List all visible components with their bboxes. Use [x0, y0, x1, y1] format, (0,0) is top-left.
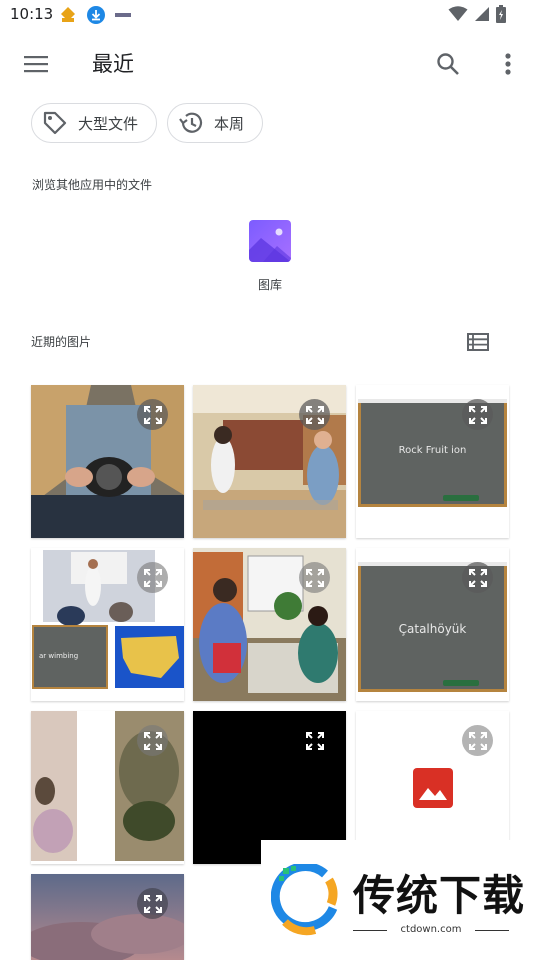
chalkboard-text: Çatalhöyük	[398, 622, 467, 636]
fullscreen-icon	[468, 568, 487, 587]
photo-content	[31, 874, 184, 960]
thumbnail-chalkboard[interactable]: Çatalhöyük	[356, 548, 509, 701]
recent-images-heading: 近期的图片	[31, 335, 92, 349]
more-vert-icon	[505, 53, 511, 75]
gallery-icon	[249, 220, 291, 262]
expand-button[interactable]	[299, 725, 330, 756]
chalkboard-text: ar wimbing	[39, 652, 79, 660]
list-view-icon	[467, 333, 489, 351]
menu-icon	[24, 56, 48, 73]
list-view-toggle[interactable]	[464, 328, 492, 356]
fullscreen-icon	[143, 568, 162, 587]
expand-button[interactable]	[137, 888, 168, 919]
chalkboard-text: Rock Fruit ion	[398, 445, 467, 456]
search-button[interactable]	[430, 46, 466, 82]
fullscreen-icon	[143, 731, 162, 750]
history-icon	[179, 112, 203, 133]
expand-button[interactable]	[299, 562, 330, 593]
search-icon	[437, 53, 459, 75]
expand-button[interactable]	[137, 725, 168, 756]
chalk-tray	[443, 680, 479, 686]
expand-button[interactable]	[462, 725, 493, 756]
fullscreen-icon	[305, 568, 324, 587]
watermark-text: 传统下载	[353, 871, 526, 920]
status-time: 10:13	[10, 5, 54, 23]
signal-icon	[475, 7, 489, 21]
thumbnail-library-photo[interactable]	[193, 385, 346, 538]
fullscreen-icon	[468, 731, 487, 750]
top-app-bar: 最近	[0, 32, 540, 94]
browse-other-apps-heading: 浏览其他应用中的文件	[32, 178, 153, 192]
chip-label: 本周	[214, 114, 245, 133]
notification-icon	[115, 13, 131, 17]
thumbnail-split-photo[interactable]	[31, 711, 184, 864]
more-options-button[interactable]	[490, 46, 526, 82]
thumbnail-classroom-map[interactable]: ar wimbing	[31, 548, 184, 701]
expand-button[interactable]	[462, 399, 493, 430]
fullscreen-icon	[305, 731, 324, 750]
chip-this-week[interactable]: 本周	[167, 103, 263, 143]
chip-label: 大型文件	[78, 114, 139, 133]
fullscreen-icon	[305, 405, 324, 424]
battery-icon	[496, 5, 506, 23]
expand-button[interactable]	[299, 399, 330, 430]
app-gallery[interactable]: 图库	[244, 220, 296, 293]
thumbnail-sky-photo[interactable]	[31, 874, 184, 960]
expand-button[interactable]	[137, 562, 168, 593]
app-notification-icon	[61, 7, 75, 22]
download-icon	[87, 6, 105, 24]
status-bar: 10:13	[0, 0, 540, 32]
expand-button[interactable]	[137, 399, 168, 430]
thumbnail-camera-photo[interactable]	[31, 385, 184, 538]
page-title: 最近	[92, 52, 134, 76]
fullscreen-icon	[143, 405, 162, 424]
watermark-logo-icon	[271, 864, 338, 936]
image-placeholder-icon	[413, 768, 453, 808]
app-label: 图库	[257, 278, 282, 292]
wifi-icon	[448, 6, 468, 21]
menu-button[interactable]	[18, 46, 54, 82]
tag-icon	[43, 111, 67, 135]
chalk-tray	[443, 495, 479, 501]
fullscreen-icon	[468, 405, 487, 424]
watermark-url: ctdown.com	[353, 924, 509, 935]
thumbnail-chalkboard[interactable]: Rock Fruit ion	[356, 385, 509, 538]
chip-large-files[interactable]: 大型文件	[31, 103, 157, 143]
watermark: 传统下载 ctdown.com	[261, 840, 540, 960]
expand-button[interactable]	[462, 562, 493, 593]
fullscreen-icon	[143, 894, 162, 913]
thumbnail-office-photo[interactable]	[193, 548, 346, 701]
